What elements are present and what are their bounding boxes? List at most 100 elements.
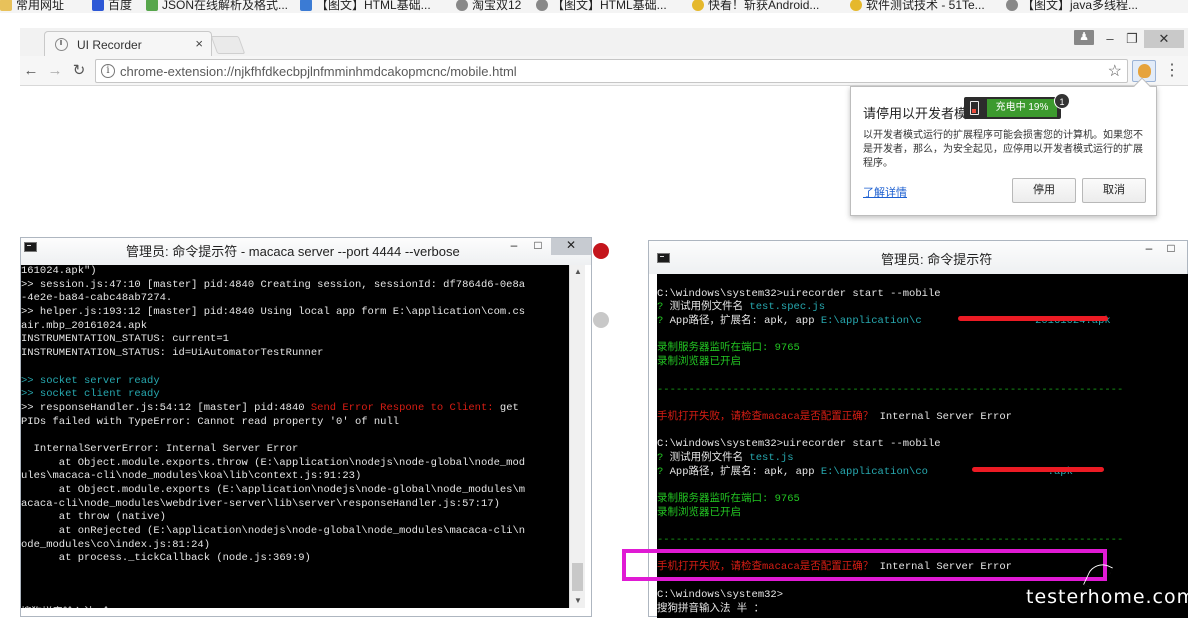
record-dot-gray[interactable] <box>593 312 609 328</box>
console-line: air.mbp_20161024.apk <box>21 320 569 334</box>
console-line: INSTRUMENTATION_STATUS: id=UiAutomatorTe… <box>21 347 569 361</box>
console-line: >> responseHandler.js:54:12 [master] pid… <box>21 402 569 416</box>
close-window-button[interactable]: ✕ <box>1144 30 1184 48</box>
page-info-icon[interactable]: i <box>101 64 115 78</box>
console-minimize-button[interactable]: – <box>1141 241 1157 258</box>
scroll-up-icon[interactable]: ▲ <box>570 265 586 279</box>
console-titlebar[interactable]: 管理员: 命令提示符 – □ <box>649 241 1187 274</box>
console-text: 录制服务器监听在端口: 9765 <box>657 493 800 505</box>
console-titlebar[interactable]: 管理员: 命令提示符 - macaca server --port 4444 -… <box>21 238 591 265</box>
console-text: ules\macaca-cli\node_modules\koa\lib\con… <box>21 470 362 483</box>
console-minimize-button[interactable]: – <box>503 238 525 255</box>
cancel-button[interactable]: 取消 <box>1082 178 1146 203</box>
console-text: acaca-cli\node_modules\webdriver-server\… <box>21 497 500 510</box>
tab-strip: UI Recorder × ♟ – ❐ ✕ <box>20 28 1188 57</box>
scroll-down-icon[interactable]: ▼ <box>570 594 586 608</box>
tab-close-button[interactable]: × <box>195 36 203 51</box>
bookmark-label: 【图文】HTML基础... <box>552 0 667 12</box>
console-line: at throw (native) <box>21 511 569 525</box>
bookmark-json[interactable]: JSON在线解析及格式... <box>146 0 288 13</box>
bookmark-label: 百度 <box>108 0 133 12</box>
bookmark-java[interactable]: 【图文】java多线程... <box>1006 0 1138 13</box>
bookmark-taobao[interactable]: 淘宝双12 <box>456 0 521 13</box>
bookmark-folder-common[interactable]: 常用网址 <box>0 0 64 13</box>
bookmark-51testing[interactable]: 软件测试技术 - 51Te... <box>850 0 985 13</box>
console-text: C:\windows\system32>uirecorder start --m… <box>657 287 941 300</box>
user-profile-icon[interactable]: ♟ <box>1074 30 1094 45</box>
learn-more-link[interactable]: 了解详情 <box>863 184 907 200</box>
console-text: 录制浏览器已开启 <box>657 506 741 519</box>
console-text: -4e2e-ba84-cabc48ab7274. <box>21 292 173 305</box>
battery-status: 充电中 19% <box>964 97 1061 119</box>
chrome-menu-icon[interactable]: ⋮ <box>1164 60 1180 82</box>
url-text[interactable]: chrome-extension://njkfhfdkecbpjlnfmminh… <box>120 64 517 79</box>
console-text: test.spec.js <box>749 301 826 314</box>
console-line: ----------------------------------------… <box>657 384 1188 398</box>
console-line: ules\macaca-cli\node_modules\koa\lib\con… <box>21 470 569 484</box>
console-line: >> socket client ready <box>21 388 569 402</box>
console-line: ? App路径，扩展名: apk, app E:\application\co … <box>657 466 1188 480</box>
console-text: 录制服务器监听在端口: 9765 <box>657 342 800 355</box>
console-close-button[interactable]: ✕ <box>551 238 591 255</box>
address-bar[interactable]: i chrome-extension://njkfhfdkecbpjlnfmmi… <box>95 59 1128 83</box>
console-text: Internal Server Error <box>873 410 1012 423</box>
console-line: acaca-cli\node_modules\webdriver-server\… <box>21 498 569 512</box>
console-text: PIDs failed with TypeError: Cannot read … <box>21 415 400 428</box>
star-icon <box>692 0 704 11</box>
console-line: ? 测试用例文件名 test.js <box>657 452 1188 466</box>
bookmark-star-icon[interactable]: ☆ <box>1108 61 1122 81</box>
console-line: PIDs failed with TypeError: Cannot read … <box>21 416 569 430</box>
console-scrollbar[interactable]: ▲ ▼ <box>569 265 585 608</box>
console-text: App路径，扩展名: apk, app <box>669 465 821 478</box>
redaction-mark <box>972 467 1104 472</box>
console-line: >> socket server ready <box>21 375 569 389</box>
console-text: ? <box>657 465 670 478</box>
doc-icon <box>300 0 312 11</box>
forward-arrow-icon[interactable]: → <box>44 60 66 82</box>
disable-button[interactable]: 停用 <box>1012 178 1076 203</box>
console-line: 161024.apk") <box>21 265 569 279</box>
console-text: 测试用例文件名 <box>669 301 750 314</box>
back-arrow-icon[interactable]: ← <box>20 60 42 82</box>
console-text: Send Error Respone to Client: <box>310 401 494 414</box>
cmd-icon <box>657 253 670 263</box>
console-output[interactable]: 161024.apk") >> session.js:47:10 [master]… <box>21 265 569 608</box>
console-maximize-button[interactable]: □ <box>527 238 549 255</box>
bookmark-html-2[interactable]: 【图文】HTML基础... <box>536 0 667 13</box>
scrollbar-thumb[interactable] <box>572 563 583 591</box>
bookmark-label: 【图文】HTML基础... <box>316 0 431 12</box>
console-line: ode_modules\co\index.js:81:24) <box>21 539 569 553</box>
bookmark-android[interactable]: 快看！斩获Android... <box>692 0 819 13</box>
minimize-button[interactable]: – <box>1100 30 1120 48</box>
console-text: 搜狗拼音输入法 全 ： <box>21 607 128 608</box>
bookmark-baidu[interactable]: 百度 <box>92 0 132 13</box>
bookmark-label: 淘宝双12 <box>472 0 522 12</box>
console-text: ? <box>657 451 670 464</box>
bookmark-label: 常用网址 <box>16 0 65 12</box>
console-text: 录制浏览器已开启 <box>657 356 741 369</box>
console-text: at Object.module.exports (E:\application… <box>21 484 526 496</box>
console-line: C:\windows\system32>uirecorder start --m… <box>657 288 1188 302</box>
new-tab-button[interactable] <box>210 36 246 54</box>
cmd-icon <box>24 242 37 252</box>
console-text: 搜狗拼音输入法 半 ： <box>657 602 765 615</box>
tab-ui-recorder[interactable]: UI Recorder × <box>44 31 212 57</box>
bookmark-label: JSON在线解析及格式... <box>162 0 289 12</box>
extension-icon <box>1138 64 1151 78</box>
bookmark-html-1[interactable]: 【图文】HTML基础... <box>300 0 431 13</box>
battery-icon <box>970 101 979 115</box>
reload-icon[interactable]: ↻ <box>68 60 90 82</box>
record-dot-red[interactable] <box>593 243 609 259</box>
console-line: at process._tickCallback (node.js:369:9) <box>21 552 569 566</box>
console-text: >> socket client ready <box>21 388 160 401</box>
console-line: 搜狗拼音输入法 全 ： <box>21 607 569 608</box>
globe-icon <box>1006 0 1018 11</box>
baidu-icon <box>92 0 104 11</box>
maximize-button[interactable]: ❐ <box>1122 30 1142 48</box>
console-maximize-button[interactable]: □ <box>1163 241 1179 258</box>
